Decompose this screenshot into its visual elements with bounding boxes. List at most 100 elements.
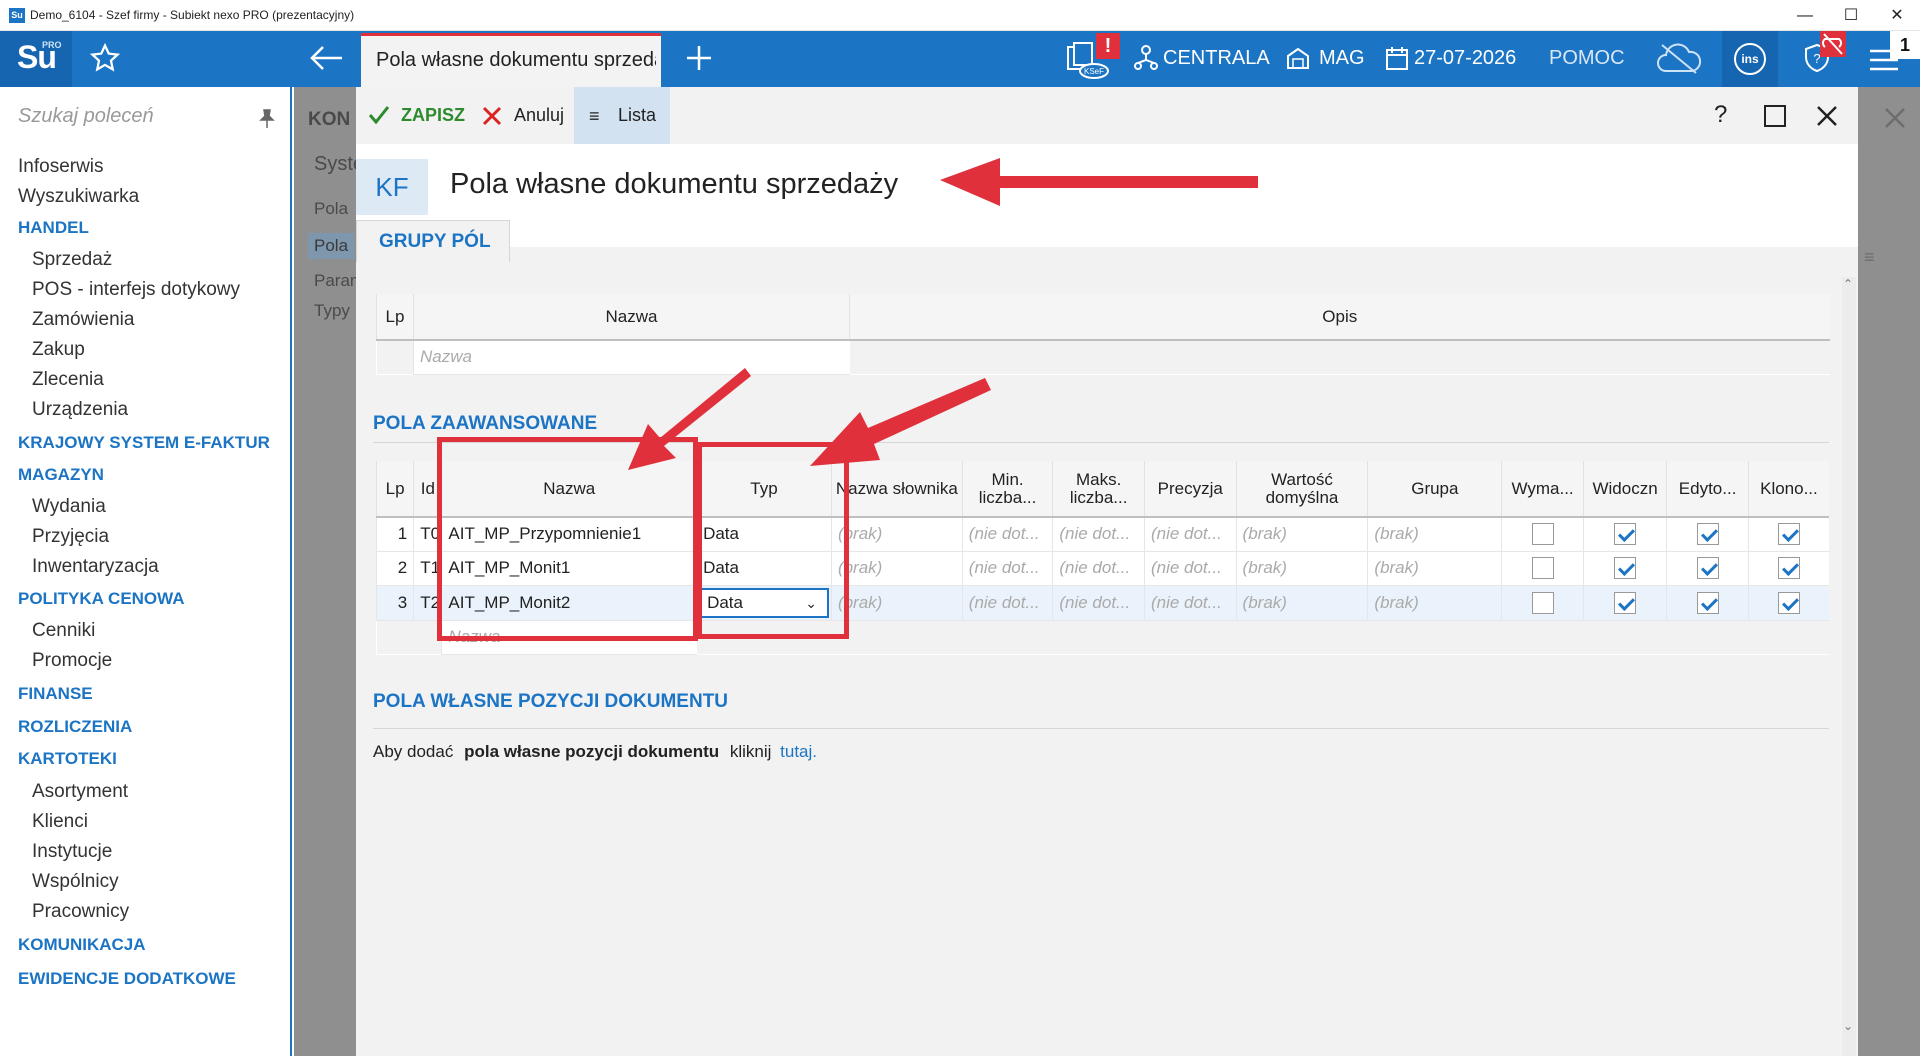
ksef-cloud-offline-icon[interactable] — [1656, 43, 1702, 80]
column-header[interactable]: Precyzja — [1143, 461, 1237, 518]
sidebar-item-zakup[interactable]: Zakup — [32, 339, 85, 361]
sidebar-item-zlecenia[interactable]: Zlecenia — [32, 369, 104, 391]
cancel-button[interactable]: Anuluj — [514, 105, 564, 126]
checkbox-req[interactable] — [1531, 591, 1554, 614]
branch-selector[interactable]: CENTRALA — [1163, 47, 1270, 70]
new-tab-plus-icon[interactable] — [684, 43, 714, 78]
sidebar-item-zamówienia[interactable]: Zamówienia — [32, 309, 134, 331]
sidebar-item-infoserwis[interactable]: Infoserwis — [18, 156, 104, 178]
ins-button[interactable]: ins — [1722, 31, 1778, 87]
cell-min[interactable]: (nie dot... — [961, 551, 1053, 586]
list-button[interactable]: ≡ Lista — [574, 87, 670, 144]
sidebar-item-instytucje[interactable]: Instytucje — [32, 841, 112, 863]
tab-field-groups[interactable]: GRUPY PÓL — [356, 220, 510, 262]
sidebar-item-finanse[interactable]: FINANSE — [18, 684, 93, 704]
sidebar-item-promocje[interactable]: Promocje — [32, 650, 112, 672]
scroll-down-icon[interactable]: ⌄ — [1843, 1019, 1853, 1033]
sidebar-item-asortyment[interactable]: Asortyment — [32, 781, 128, 803]
cell-def[interactable]: (brak) — [1235, 551, 1368, 586]
sidebar-item-magazyn[interactable]: MAGAZYN — [18, 465, 104, 485]
column-header[interactable]: Grupa — [1367, 461, 1502, 518]
checkbox-vis[interactable] — [1614, 523, 1637, 546]
pin-icon[interactable] — [258, 109, 276, 134]
checkbox-vis[interactable] — [1614, 557, 1637, 579]
warehouse-selector[interactable]: MAG — [1319, 47, 1365, 70]
cell-max[interactable]: (nie dot... — [1052, 551, 1145, 586]
sidebar-item-klienci[interactable]: Klienci — [32, 811, 88, 833]
checkbox-vis[interactable] — [1614, 591, 1637, 614]
positions-add-link[interactable]: tutaj. — [780, 742, 817, 761]
sidebar-item-rozliczenia[interactable]: ROZLICZENIA — [18, 717, 132, 737]
date-selector[interactable]: 27-07-2026 — [1414, 47, 1516, 70]
checkbox-edit[interactable] — [1696, 591, 1719, 614]
cell-group[interactable]: (brak) — [1367, 585, 1502, 621]
checkbox-edit[interactable] — [1696, 557, 1719, 579]
new-group-name-input[interactable]: Nazwa — [413, 340, 850, 375]
command-search-input[interactable]: Szukaj poleceń — [18, 105, 154, 128]
cell-dict[interactable]: (brak) — [830, 585, 963, 621]
sidebar-item-urządzenia[interactable]: Urządzenia — [32, 399, 128, 421]
column-header[interactable]: Opis — [849, 294, 1830, 341]
column-header[interactable]: Nazwa słownika — [830, 461, 963, 518]
column-header[interactable]: Lp — [375, 461, 414, 518]
sidebar-item-wyszukiwarka[interactable]: Wyszukiwarka — [18, 186, 139, 208]
cell-lp[interactable]: 2 — [375, 551, 414, 586]
cell-max[interactable]: (nie dot... — [1052, 585, 1145, 621]
save-button[interactable]: ZAPISZ — [401, 105, 465, 126]
cell-prec[interactable]: (nie dot... — [1143, 585, 1237, 621]
sidebar-item-krajowy-system-e-faktur[interactable]: KRAJOWY SYSTEM E-FAKTUR — [18, 433, 270, 453]
checkbox-clone[interactable] — [1777, 523, 1800, 546]
scroll-up-icon[interactable]: ⌃ — [1843, 277, 1853, 291]
cell-def[interactable]: (brak) — [1235, 585, 1368, 621]
close-form-icon[interactable] — [1816, 105, 1838, 132]
sidebar-item-ewidencje-dodatkowe[interactable]: EWIDENCJE DODATKOWE — [18, 969, 236, 989]
sidebar-item-pracownicy[interactable]: Pracownicy — [32, 901, 129, 923]
minimize-icon[interactable]: — — [1782, 0, 1828, 31]
cell-min[interactable]: (nie dot... — [961, 585, 1053, 621]
cell-max[interactable]: (nie dot... — [1052, 517, 1145, 552]
close-window-icon[interactable]: ✕ — [1874, 0, 1920, 31]
form-scrollbar[interactable]: ⌃ ⌄ — [1842, 277, 1856, 1056]
column-header[interactable]: Min. liczba... — [961, 461, 1053, 518]
notification-counter[interactable]: 1 — [1890, 31, 1920, 59]
column-header[interactable]: Edyto... — [1666, 461, 1749, 518]
cell-lp[interactable]: 3 — [375, 585, 414, 621]
sidebar-item-cenniki[interactable]: Cenniki — [32, 620, 95, 642]
sidebar-item-handel[interactable]: HANDEL — [18, 218, 89, 238]
app-logo[interactable]: Su PRO — [0, 31, 72, 87]
sidebar-item-polityka-cenowa[interactable]: POLITYKA CENOWA — [18, 589, 185, 609]
checkbox-clone[interactable] — [1777, 557, 1800, 579]
sidebar-item-komunikacja[interactable]: KOMUNIKACJA — [18, 935, 146, 955]
maximize-form-icon[interactable] — [1764, 105, 1786, 127]
sidebar-item-pos-interfejs-dotykowy[interactable]: POS - interfejs dotykowy — [32, 279, 240, 301]
cell-prec[interactable]: (nie dot... — [1143, 551, 1237, 586]
checkbox-req[interactable] — [1531, 523, 1554, 546]
help-menu[interactable]: POMOC — [1549, 47, 1625, 70]
sidebar-item-kartoteki[interactable]: KARTOTEKI — [18, 749, 117, 769]
maximize-icon[interactable]: ☐ — [1828, 0, 1874, 31]
column-header[interactable]: Nazwa — [413, 294, 850, 341]
cell-def[interactable]: (brak) — [1235, 517, 1368, 552]
cell-group[interactable]: (brak) — [1367, 551, 1502, 586]
cell-dict[interactable]: (brak) — [830, 551, 963, 586]
sidebar-item-sprzedaż[interactable]: Sprzedaż — [32, 249, 112, 271]
help-question-icon[interactable]: ? — [1714, 101, 1727, 129]
favorites-star-icon[interactable] — [89, 42, 121, 78]
column-header[interactable]: Widoczn — [1582, 461, 1667, 518]
sidebar-item-wydania[interactable]: Wydania — [32, 496, 106, 518]
sidebar-item-przyjęcia[interactable]: Przyjęcia — [32, 526, 109, 548]
cell-prec[interactable]: (nie dot... — [1143, 517, 1237, 552]
column-header[interactable]: Maks. liczba... — [1052, 461, 1145, 518]
column-header[interactable]: Klono... — [1747, 461, 1829, 518]
sidebar-item-inwentaryzacja[interactable]: Inwentaryzacja — [32, 556, 159, 578]
cell-lp[interactable]: 1 — [375, 517, 414, 552]
column-header[interactable]: Wartość domyślna — [1235, 461, 1368, 518]
sidebar-item-wspólnicy[interactable]: Wspólnicy — [32, 871, 119, 893]
cell-group[interactable]: (brak) — [1367, 517, 1502, 552]
tab-custom-fields[interactable]: Pola własne dokumentu sprzedaży — [361, 33, 661, 87]
cell-dict[interactable]: (brak) — [830, 517, 963, 552]
checkbox-edit[interactable] — [1696, 523, 1719, 546]
cell-min[interactable]: (nie dot... — [961, 517, 1053, 552]
column-header[interactable]: Lp — [376, 294, 414, 341]
checkbox-req[interactable] — [1531, 557, 1554, 579]
